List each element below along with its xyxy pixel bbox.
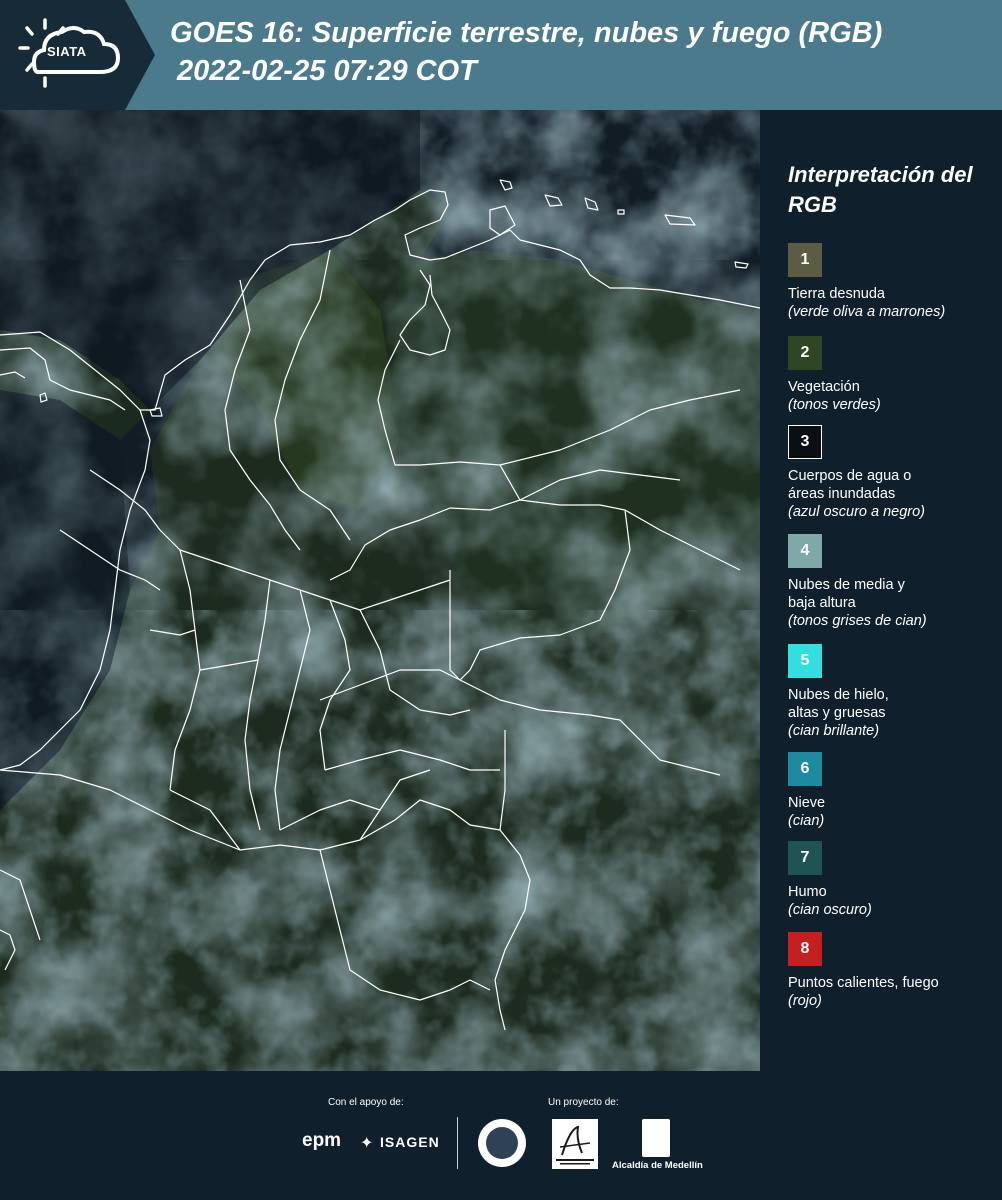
- university-seal-inner: [486, 1127, 518, 1159]
- legend-item-water: 3 Cuerpos de agua o áreas inundadas (azu…: [788, 425, 998, 521]
- alcaldia-medellin-logo: Alcaldía de Medellín: [612, 1160, 703, 1171]
- legend-swatch-3: 3: [788, 425, 822, 459]
- project-label: Un proyecto de:: [548, 1097, 619, 1108]
- legend-label-6: Nieve: [788, 795, 826, 811]
- legend-item-ice-clouds: 5 Nubes de hielo, altas y gruesas (cian …: [788, 644, 998, 740]
- legend-swatch-8: 8: [788, 932, 822, 966]
- title-timestamp: 2022-02-25 07:29 COT: [177, 55, 477, 87]
- area-metropolitana-logo-icon: [552, 1119, 598, 1169]
- footer-divider: [457, 1117, 458, 1169]
- footer-sponsors: Con el apoyo de: Un proyecto de: epm ✦ I…: [0, 1071, 1002, 1200]
- legend-desc-8: (rojo): [788, 993, 822, 1009]
- legend-swatch-2: 2: [788, 336, 822, 370]
- legend-item-bare-soil: 1 Tierra desnuda (verde oliva a marrones…: [788, 243, 998, 321]
- legend-desc-7: (cian oscuro): [788, 902, 872, 918]
- legend-swatch-4: 4: [788, 534, 822, 568]
- legend-label-4: Nubes de media y baja altura: [788, 577, 905, 611]
- legend-desc-3: (azul oscuro a negro): [788, 504, 926, 520]
- legend-label-1: Tierra desnuda: [788, 286, 885, 302]
- legend-desc-1: (verde oliva a marrones): [788, 304, 946, 320]
- legend-swatch-1: 1: [788, 243, 822, 277]
- medellin-crest-icon: [642, 1119, 670, 1157]
- legend-item-vegetation: 2 Vegetación (tonos verdes): [788, 336, 998, 414]
- legend-desc-2: (tonos verdes): [788, 397, 881, 413]
- isagen-mark-icon: ✦: [360, 1133, 374, 1152]
- legend-item-smoke: 7 Humo (cian oscuro): [788, 841, 998, 919]
- legend-desc-5: (cian brillante): [788, 723, 880, 739]
- satellite-map[interactable]: [0, 110, 760, 1071]
- legend-swatch-7: 7: [788, 841, 822, 875]
- legend-desc-4: (tonos grises de cian): [788, 613, 927, 629]
- legend-label-5: Nubes de hielo, altas y gruesas: [788, 687, 889, 721]
- legend-item-hotspots: 8 Puntos calientes, fuego (rojo): [788, 932, 998, 1010]
- legend-label-3: Cuerpos de agua o áreas inundadas: [788, 468, 912, 502]
- legend-label-7: Humo: [788, 884, 827, 900]
- header-bar: SIATA GOES 16: Superficie terrestre, nub…: [0, 0, 1002, 110]
- legend-desc-6: (cian): [788, 813, 825, 829]
- legend-label-2: Vegetación: [788, 379, 860, 395]
- siata-logo: SIATA: [0, 0, 155, 110]
- legend-item-snow: 6 Nieve (cian): [788, 752, 998, 830]
- legend-panel: Interpretación del RGB 1 Tierra desnuda …: [760, 110, 1002, 1071]
- legend-title: Interpretación del RGB: [788, 162, 973, 217]
- legend-swatch-5: 5: [788, 644, 822, 678]
- page-title: GOES 16: Superficie terrestre, nubes y f…: [170, 14, 995, 90]
- legend-item-mid-low-clouds: 4 Nubes de media y baja altura (tonos gr…: [788, 534, 998, 630]
- title-line-1: GOES 16: Superficie terrestre, nubes y f…: [170, 17, 883, 49]
- support-label: Con el apoyo de:: [328, 1097, 404, 1108]
- legend-swatch-6: 6: [788, 752, 822, 786]
- isagen-logo: ISAGEN: [380, 1134, 440, 1150]
- siata-logo-text: SIATA: [47, 44, 87, 59]
- legend-label-8: Puntos calientes, fuego: [788, 975, 939, 991]
- epm-logo: epm: [302, 1130, 342, 1151]
